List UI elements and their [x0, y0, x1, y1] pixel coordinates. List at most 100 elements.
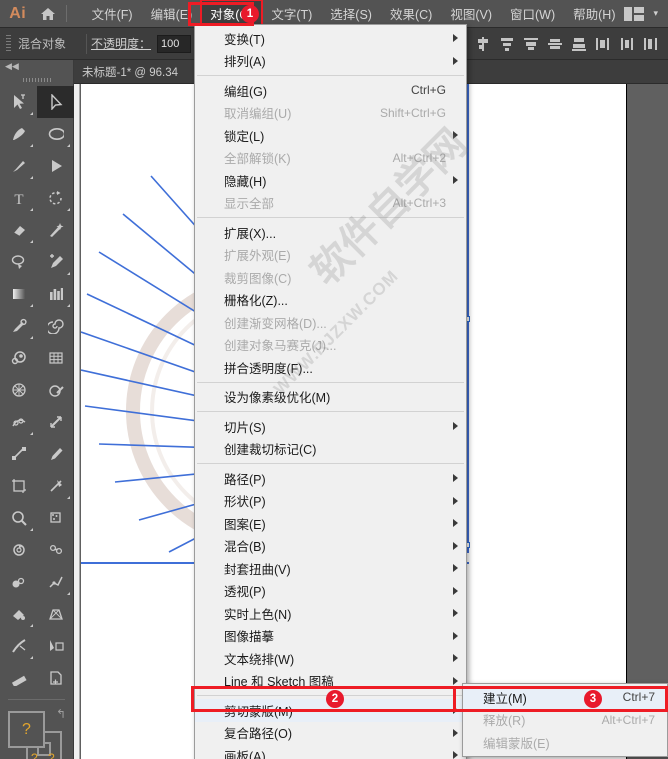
object-menu-item-24[interactable]: 实时上色(N): [195, 602, 466, 625]
new-artboard-tool[interactable]: [37, 662, 74, 694]
artboard-tool[interactable]: [0, 470, 37, 502]
pen-tool[interactable]: [0, 118, 37, 150]
vertical-ruler: [74, 84, 80, 759]
distribute-left-icon[interactable]: [592, 33, 614, 55]
selection-tool[interactable]: [0, 86, 37, 118]
object-menu-item-4[interactable]: 锁定(L): [195, 124, 466, 147]
distribute-right-icon[interactable]: [640, 33, 662, 55]
object-menu-item-8[interactable]: 扩展(X)...: [195, 221, 466, 244]
fill-swatch[interactable]: ?: [8, 711, 45, 748]
live-paint-tool[interactable]: [0, 598, 37, 630]
blob-brush-tool[interactable]: [0, 566, 37, 598]
gradient-tool[interactable]: [0, 278, 37, 310]
rotate-tool[interactable]: [37, 182, 74, 214]
object-menu-item-30[interactable]: 画板(A): [195, 744, 466, 759]
rotate-view-tool[interactable]: [0, 534, 37, 566]
object-menu-item-15[interactable]: 设为像素级优化(M): [195, 386, 466, 409]
object-menu-item-6[interactable]: 隐藏(H): [195, 169, 466, 192]
column-graph-tool[interactable]: [37, 278, 74, 310]
paintbrush-tool[interactable]: [0, 150, 37, 182]
object-menu-item-16[interactable]: 切片(S): [195, 415, 466, 438]
pencil-draw-tool[interactable]: [37, 438, 74, 470]
object-menu-item-27[interactable]: Line 和 Sketch 图稿: [195, 670, 466, 693]
object-menu-item-14[interactable]: 拼合透明度(F)...: [195, 356, 466, 379]
align-vertical-bottom-icon[interactable]: [568, 33, 590, 55]
object-menu-item-18[interactable]: 路径(P): [195, 467, 466, 490]
control-bar-grip[interactable]: [6, 34, 11, 53]
grid-tool[interactable]: [37, 342, 74, 374]
type-tool[interactable]: T: [0, 182, 37, 214]
shape-builder-tool[interactable]: [37, 374, 74, 406]
eyedropper-tool[interactable]: [0, 310, 37, 342]
zoom-tool[interactable]: [0, 502, 37, 534]
magic-wand-tool[interactable]: [37, 214, 74, 246]
perspective-grid-tool[interactable]: [37, 598, 74, 630]
reset-fill-stroke-icon[interactable]: ↰: [56, 707, 66, 721]
submenu-arrow-icon: [453, 631, 458, 640]
submenu-arrow-icon: [453, 586, 458, 595]
align-horizontal-center-icon[interactable]: [472, 33, 494, 55]
symbol-sprayer-tool[interactable]: [37, 502, 74, 534]
curvature-tool[interactable]: [37, 118, 74, 150]
menu-4[interactable]: 选择(S): [321, 0, 381, 27]
menu-5[interactable]: 效果(C): [381, 0, 441, 27]
free-transform-tool[interactable]: [0, 438, 37, 470]
menu-item-label: 混合(B): [224, 540, 266, 555]
pencil-tool[interactable]: [37, 246, 74, 278]
menu-item-label: 拼合透明度(F)...: [224, 361, 313, 376]
object-menu-item-21[interactable]: 混合(B): [195, 535, 466, 558]
align-horizontal-right-icon[interactable]: [496, 33, 518, 55]
object-menu-item-1[interactable]: 排列(A): [195, 50, 466, 73]
menu-6[interactable]: 视图(V): [441, 0, 501, 27]
direct-selection-tool[interactable]: [37, 86, 74, 118]
object-menu-item-0[interactable]: 变换(T): [195, 27, 466, 50]
puppet-warp-tool[interactable]: [37, 534, 74, 566]
menu-8[interactable]: 帮助(H): [564, 0, 624, 27]
clipping-mask-submenu[interactable]: 建立(M) Ctrl+7 释放(R) Alt+Ctrl+7 编辑蒙版(E): [462, 683, 668, 757]
lasso-tool[interactable]: [0, 246, 37, 278]
object-menu-item-22[interactable]: 封套扭曲(V): [195, 557, 466, 580]
menu-3[interactable]: 文字(T): [262, 0, 321, 27]
toolbar-drag-handle[interactable]: [0, 74, 73, 86]
measure-tool[interactable]: [0, 662, 37, 694]
clipping-mask-item-0[interactable]: 建立(M) Ctrl+7: [463, 686, 667, 709]
menu-item-label: Line 和 Sketch 图稿: [224, 675, 334, 690]
eraser-tool[interactable]: [0, 214, 37, 246]
workspace-layout-icon[interactable]: [624, 6, 645, 21]
menu-1[interactable]: 编辑(E): [142, 0, 202, 27]
object-menu-item-26[interactable]: 文本绕排(W): [195, 647, 466, 670]
object-menu-item-25[interactable]: 图像描摹: [195, 625, 466, 648]
align-vertical-center-icon[interactable]: [544, 33, 566, 55]
knife-tool[interactable]: [0, 630, 37, 662]
menu-0[interactable]: 文件(F): [83, 0, 142, 27]
document-tab[interactable]: 未标题-1* @ 96.34: [74, 64, 178, 80]
perspective-select-tool[interactable]: [37, 630, 74, 662]
blend-tool[interactable]: [0, 342, 37, 374]
distribute-center-icon[interactable]: [616, 33, 638, 55]
opacity-input[interactable]: 100: [157, 34, 192, 53]
width-tool[interactable]: [0, 406, 37, 438]
align-vertical-top-icon[interactable]: [520, 33, 542, 55]
object-menu-item-19[interactable]: 形状(P): [195, 490, 466, 513]
menu-7[interactable]: 窗口(W): [501, 0, 564, 27]
opacity-label[interactable]: 不透明度：: [91, 35, 151, 52]
object-menu-dropdown[interactable]: 变换(T) 排列(A) 编组(G) Ctrl+G 取消编组(U) Shift+Ctrl+G…: [194, 24, 467, 759]
menu-separator: [197, 411, 464, 412]
submenu-arrow-icon: [453, 34, 458, 43]
menu-item-label: 设为像素级优化(M): [224, 391, 331, 406]
object-menu-item-17[interactable]: 创建裁切标记(C): [195, 438, 466, 461]
spiral-tool[interactable]: [37, 310, 74, 342]
object-menu-item-2[interactable]: 编组(G) Ctrl+G: [195, 79, 466, 102]
object-menu-item-29[interactable]: 复合路径(O): [195, 722, 466, 745]
mesh-tool[interactable]: [0, 374, 37, 406]
object-menu-item-23[interactable]: 透视(P): [195, 580, 466, 603]
collapse-panel-button[interactable]: ◀◀: [0, 60, 73, 74]
home-icon[interactable]: [35, 7, 59, 21]
shaper-tool[interactable]: [37, 150, 74, 182]
scale-tool[interactable]: [37, 406, 74, 438]
reshape-tool[interactable]: [37, 566, 74, 598]
object-menu-item-11[interactable]: 栅格化(Z)...: [195, 289, 466, 312]
slice-tool[interactable]: [37, 470, 74, 502]
object-menu-item-20[interactable]: 图案(E): [195, 512, 466, 535]
chevron-down-icon[interactable]: ▾: [653, 8, 658, 19]
